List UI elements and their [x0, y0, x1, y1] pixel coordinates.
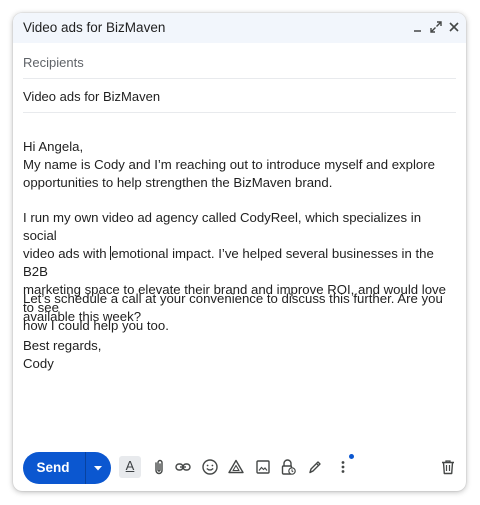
attach-icon[interactable] [150, 458, 168, 476]
signature-pen-icon[interactable] [306, 458, 324, 476]
link-icon[interactable] [174, 458, 192, 476]
formatting-options-button[interactable]: A [119, 456, 141, 478]
greeting-paragraph: Hi Angela, My name is Cody and I’m reach… [23, 138, 435, 192]
closing-line: Best regards, [23, 338, 102, 353]
close-icon[interactable] [446, 18, 462, 36]
send-button-group[interactable]: Send [23, 452, 111, 484]
schedule-line-2: available this week? [23, 309, 142, 324]
intro-line-2: opportunities to help strengthen the Biz… [23, 175, 333, 190]
insert-photo-icon[interactable] [254, 458, 272, 476]
schedule-send-dropdown[interactable] [86, 452, 111, 484]
emoji-icon[interactable] [201, 458, 219, 476]
compose-titlebar[interactable]: Video ads for BizMaven [13, 13, 466, 43]
agency-line-2-start: video ads with [23, 246, 111, 261]
more-options-icon[interactable] [338, 458, 348, 476]
subject-field[interactable]: Video ads for BizMaven [23, 79, 456, 113]
text-format-icon: A [125, 458, 135, 473]
agency-line-1: I run my own video ad agency called Cody… [23, 210, 422, 243]
send-button[interactable]: Send [23, 452, 83, 484]
subject-input[interactable]: Video ads for BizMaven [23, 89, 160, 104]
signoff-paragraph: Best regards, Cody [23, 337, 101, 373]
minimize-icon[interactable] [410, 18, 426, 36]
compose-title: Video ads for BizMaven [23, 20, 166, 35]
schedule-paragraph: Let’s schedule a call at your convenienc… [23, 290, 443, 326]
schedule-line-1: Let’s schedule a call at your convenienc… [23, 291, 443, 306]
agency-line-2: video ads with emotional impact. I’ve he… [23, 245, 456, 281]
discard-draft-icon[interactable] [439, 458, 457, 476]
chevron-down-icon [94, 466, 102, 471]
compose-toolbar: Send A [13, 449, 466, 489]
greeting-line: Hi Angela, [23, 139, 84, 154]
expand-icon[interactable] [428, 18, 444, 36]
compose-window: Video ads for BizMaven Recipients Video … [13, 13, 466, 491]
intro-line-1: My name is Cody and I’m reaching out to … [23, 157, 435, 172]
drive-icon[interactable] [227, 458, 245, 476]
signature-line: Cody [23, 356, 54, 371]
confidential-mode-icon[interactable] [279, 458, 297, 476]
notification-dot [349, 454, 354, 459]
recipients-placeholder: Recipients [23, 55, 84, 70]
recipients-field[interactable]: Recipients [23, 45, 456, 79]
